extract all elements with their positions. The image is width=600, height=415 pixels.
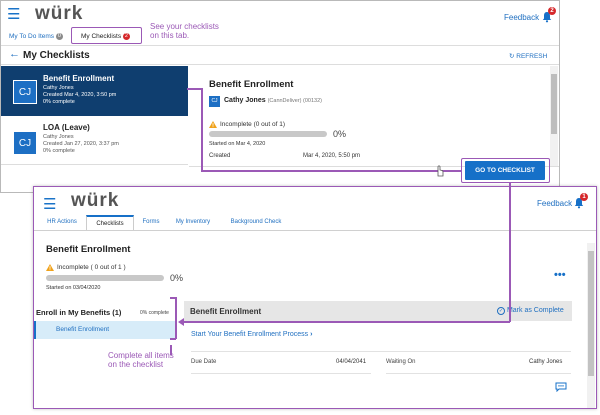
hamburger-menu-icon[interactable]: ☰	[7, 7, 20, 22]
detail-person: Cathy Jones	[224, 97, 266, 104]
checklist-detail-window: ☰ würk Feedback 1 HR Actions Checklists …	[33, 186, 597, 409]
card-person: Cathy Jones	[43, 134, 74, 140]
due-date-value: 04/04/2041	[336, 359, 367, 365]
detail-created-value: Mar 4, 2020, 5:50 pm	[303, 153, 361, 159]
wurk-logo: würk	[71, 190, 120, 211]
checklist-title: Benefit Enrollment	[46, 244, 131, 255]
detail-title: Benefit Enrollment	[209, 79, 294, 90]
checklist-percent: 0%	[170, 273, 184, 283]
card-title: Benefit Enrollment	[43, 74, 115, 83]
card-created: Created Mar 4, 2020, 3:50 pm	[43, 92, 117, 98]
chevron-right-icon: ›	[310, 331, 313, 338]
section-title: My Checklists	[23, 50, 90, 61]
hamburger-menu-icon[interactable]: ☰	[43, 197, 56, 212]
connector-line	[509, 183, 511, 322]
waiting-on-label: Waiting On	[386, 359, 416, 365]
warning-icon	[209, 121, 217, 128]
todo-count-badge: 0	[55, 33, 63, 40]
connector-line	[201, 88, 203, 171]
section-header: ← My Checklists ↻ REFRESH	[1, 45, 559, 65]
items-annotation: Complete all items on the checklist	[108, 351, 174, 369]
tab-background-check[interactable]: Background Check	[222, 215, 290, 230]
connector-line	[201, 170, 461, 172]
due-date-label: Due Date	[191, 359, 217, 365]
checklist-started: Started on 03/04/2020	[46, 285, 101, 291]
page-scrollbar[interactable]	[587, 243, 595, 408]
bracket-line	[170, 338, 176, 340]
notification-badge: 2	[548, 7, 556, 15]
mark-as-complete-button[interactable]: ✓ Mark as Complete	[497, 307, 564, 315]
feedback-link[interactable]: Feedback	[504, 13, 539, 22]
detail-started: Started on Mar 4, 2020	[209, 141, 266, 147]
item-header: Benefit Enrollment ✓ Mark as Complete	[184, 301, 572, 321]
connector-line	[187, 88, 201, 90]
tab-checklists[interactable]: Checklists	[86, 215, 134, 230]
detail-status: Incomplete (0 out of 1)	[220, 121, 286, 128]
warning-icon	[46, 264, 54, 271]
checklist-progress-bar	[46, 275, 164, 281]
group-item-benefit-enrollment[interactable]: Benefit Enrollment	[34, 321, 175, 339]
refresh-button[interactable]: ↻ REFRESH	[509, 52, 547, 60]
checklist-detail: Benefit Enrollment CJ Cathy Jones (CannD…	[197, 66, 537, 166]
go-to-checklist-button[interactable]: GO TO CHECKLIST	[465, 161, 545, 180]
checklist-card-benefit-enrollment[interactable]: CJ Benefit Enrollment Cathy Jones Create…	[1, 66, 188, 116]
comment-icon[interactable]	[555, 382, 567, 392]
arrow-head-icon	[178, 318, 184, 326]
group-title[interactable]: Enroll in My Benefits (1)	[36, 308, 121, 317]
notification-badge: 1	[580, 193, 588, 201]
checklist-card-loa[interactable]: CJ LOA (Leave) Cathy Jones Created Jan 2…	[1, 117, 188, 165]
card-person: Cathy Jones	[43, 85, 74, 91]
tab-my-checklists[interactable]: My Checklists 2	[81, 33, 130, 40]
detail-scrollbar[interactable]	[550, 66, 558, 166]
checklist-count-badge: 2	[122, 33, 130, 40]
feedback-link[interactable]: Feedback	[537, 199, 572, 208]
checklist-status: Incomplete ( 0 out of 1 )	[57, 264, 126, 271]
cursor-pointer-icon	[437, 165, 444, 177]
wurk-logo: würk	[35, 3, 84, 24]
tab-hr-actions[interactable]: HR Actions	[42, 215, 82, 230]
bracket-line	[175, 297, 177, 339]
waiting-on-value: Cathy Jones	[529, 359, 563, 365]
tab-my-inventory[interactable]: My Inventory	[170, 215, 216, 230]
avatar: CJ	[13, 80, 37, 104]
check-circle-icon: ✓	[497, 307, 505, 315]
back-arrow-icon[interactable]: ←	[9, 48, 20, 60]
item-title: Benefit Enrollment	[190, 307, 262, 316]
connector-line	[183, 321, 510, 323]
card-title: LOA (Leave)	[43, 123, 90, 132]
card-status: 0% complete	[43, 99, 75, 105]
detail-created-label: Created	[209, 153, 231, 159]
card-status: 0% complete	[43, 148, 75, 154]
detail-percent: 0%	[333, 129, 347, 139]
avatar: CJ	[13, 131, 37, 155]
tab-my-to-do-items[interactable]: My To Do Items 0	[9, 33, 63, 40]
detail-person-sub: (CannDeliver) (00132)	[267, 98, 322, 104]
detail-progress-bar	[209, 131, 327, 137]
start-enrollment-link[interactable]: Start Your Benefit Enrollment Process ›	[191, 331, 312, 338]
card-created: Created Jan 27, 2020, 3:37 pm	[43, 141, 119, 147]
more-options-icon[interactable]: •••	[554, 269, 566, 281]
detail-avatar: CJ	[209, 96, 220, 107]
tab-annotation: See your checklists on this tab.	[150, 22, 219, 40]
group-status: 0% complete	[140, 310, 169, 316]
tab-forms[interactable]: Forms	[138, 215, 164, 230]
